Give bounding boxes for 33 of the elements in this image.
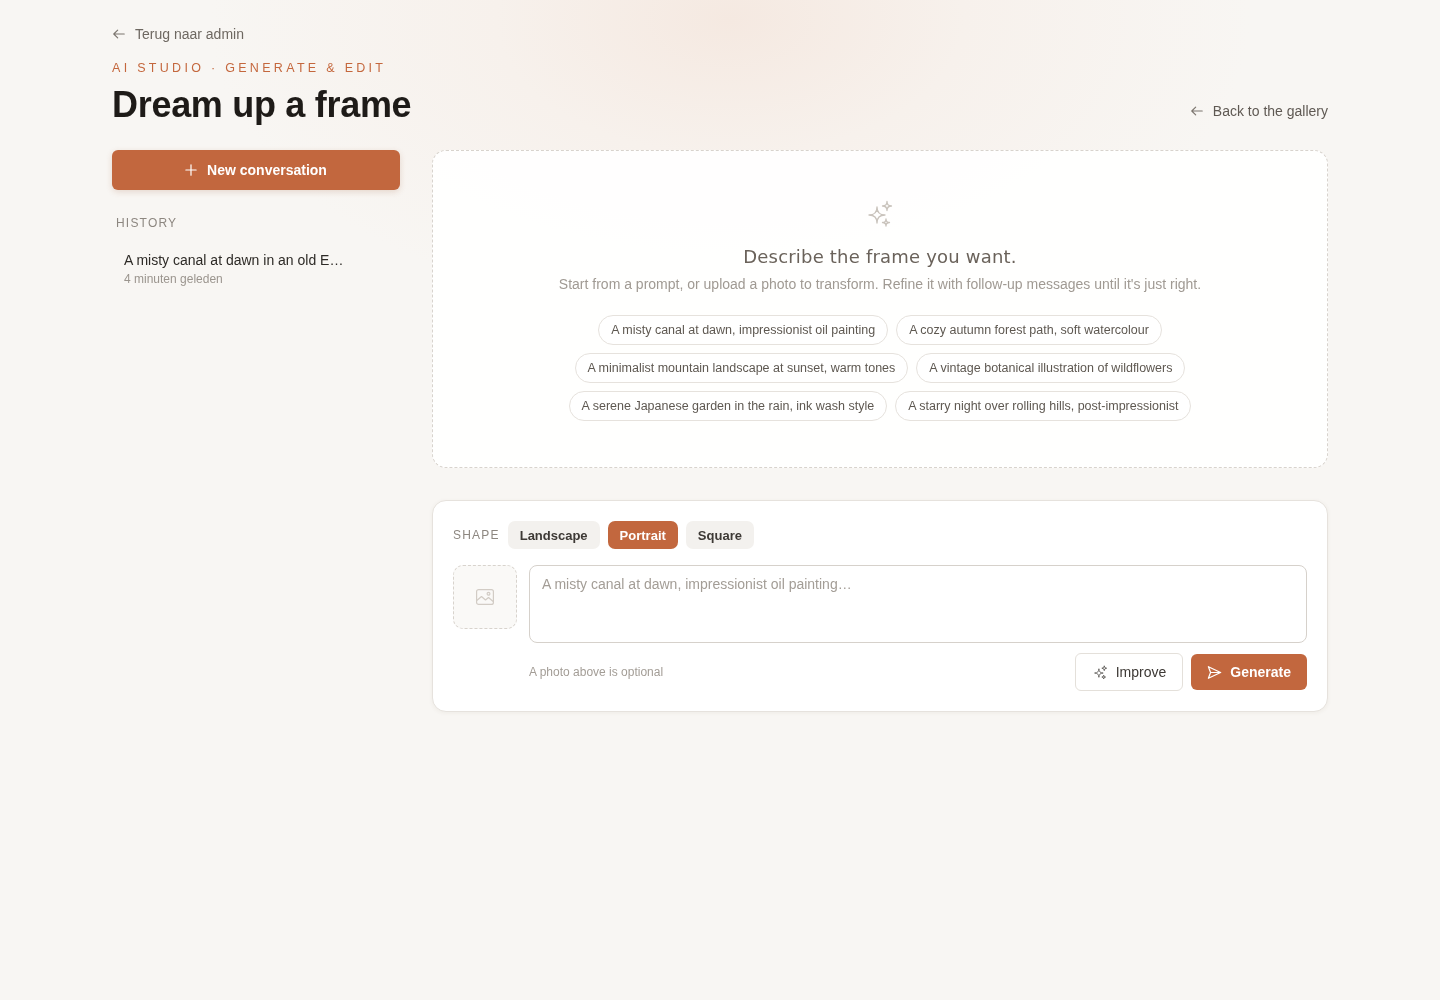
prompt-field[interactable]: A misty canal at dawn, impressionist oil painting… [529,565,1307,643]
shape-option[interactable]: Portrait [607,521,678,549]
history-item-time: 4 minuten geleden [124,272,224,286]
arrow-left-icon [1189,104,1204,118]
shape-option[interactable]: Square [685,521,754,549]
gallery-link[interactable]: Back to the gallery [1189,103,1328,119]
improve-button[interactable]: Improve [1074,653,1184,691]
suggestion-chip[interactable]: A misty canal at dawn, impressionist oil painting [598,315,889,345]
sparkles-icon [866,200,894,228]
suggestion-chip[interactable]: A serene Japanese garden in the rain, ink wash style [568,391,888,421]
generate-button[interactable]: Generate [1191,654,1307,690]
suggestion-chip[interactable]: A cozy autumn forest path, soft watercolour [896,315,1162,345]
sparkles-icon [1092,664,1108,680]
history-heading: HISTORY [116,216,179,230]
photo-hint: A photo above is optional [529,665,664,679]
history-item-title: A misty canal at dawn in an old E… [124,252,345,269]
image-icon [476,589,494,605]
suggestion-chip[interactable]: A minimalist mountain landscape at sunset, warm tones [574,353,909,383]
plus-icon [185,164,198,176]
back-link[interactable]: Terug naar admin [112,22,244,46]
suggestion-chip[interactable]: A starry night over rolling hills, post-impressionist [895,391,1192,421]
new-conversation-button[interactable]: New conversation [112,150,400,190]
page-title: Dream up a frame [112,84,412,126]
history-item[interactable]: A misty canal at dawn in an old E… 4 minuten geleden [112,246,400,292]
empty-state-heading: Describe the frame you want. [743,246,1017,268]
shape-option[interactable]: Landscape [507,521,600,549]
shape-label: SHAPE [453,528,500,542]
eyebrow-label: AI STUDIO · GENERATE & EDIT [112,60,388,76]
send-icon [1207,664,1223,680]
arrow-left-icon [112,27,126,41]
empty-state-description: Start from a prompt, or upload a photo to transform. Refine it with follow-up messages until it's just right. [558,275,1202,293]
photo-upload-tile[interactable] [453,565,517,629]
suggestion-chip[interactable]: A vintage botanical illustration of wildflowers [916,353,1186,383]
